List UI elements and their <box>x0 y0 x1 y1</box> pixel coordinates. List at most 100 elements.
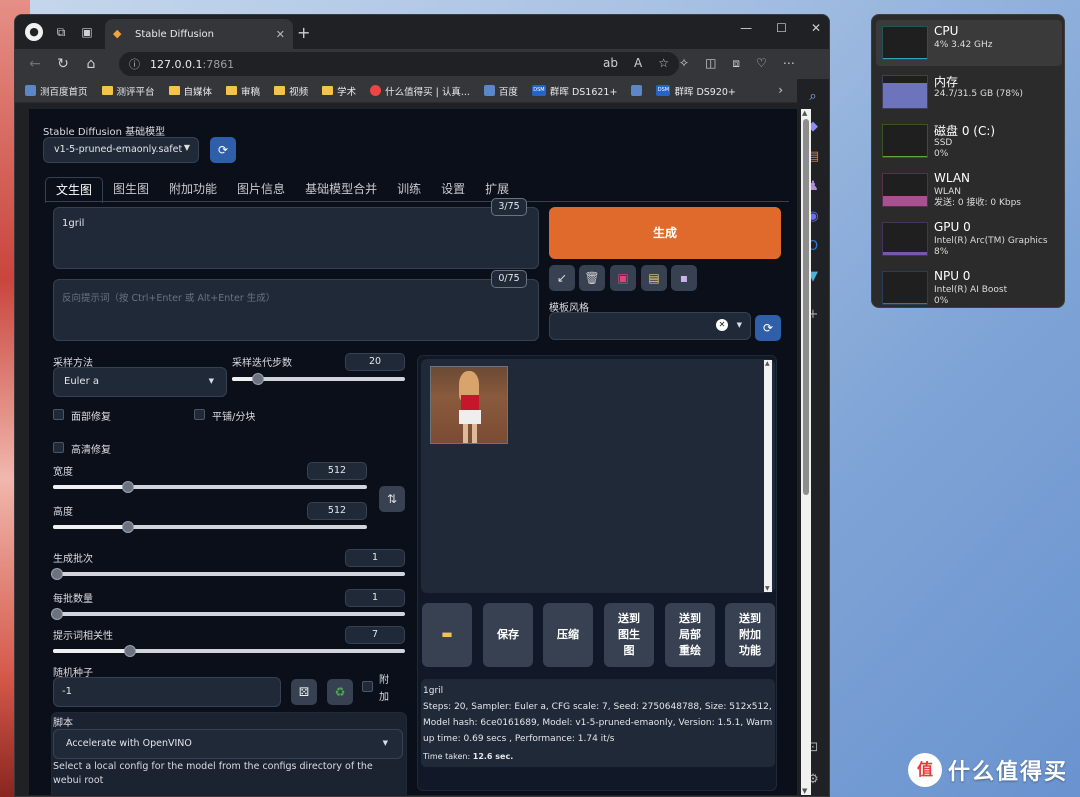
home-icon[interactable]: ⌂ <box>77 56 105 72</box>
perf-row[interactable]: 内存 24.7/31.5 GB (78%) <box>876 69 1062 115</box>
swap-dimensions-button[interactable]: ⇅ <box>379 486 405 512</box>
back-icon[interactable]: ← <box>21 56 49 72</box>
batch-count-slider[interactable] <box>51 568 405 580</box>
extra-networks-button[interactable]: ▣ <box>610 265 636 291</box>
negative-prompt-input[interactable]: 反向提示词（按 Ctrl+Enter 或 Alt+Enter 生成） <box>53 279 539 341</box>
extensions-icon[interactable]: ✧ <box>679 56 689 71</box>
open-folder-button[interactable]: ▬ <box>422 603 472 667</box>
save-button[interactable]: 保存 <box>483 603 533 667</box>
height-number[interactable]: 512 <box>307 502 367 520</box>
bookmark-item[interactable]: DSM 群晖 DS1621+ <box>531 84 617 98</box>
tab-6[interactable]: 设置 <box>431 177 475 203</box>
sampler-select[interactable]: Euler a ▼ <box>53 367 227 397</box>
height-slider-thumb[interactable] <box>122 521 134 533</box>
browser-tab[interactable]: ◆ Stable Diffusion ✕ <box>105 19 293 49</box>
collections-icon[interactable]: ⧈ <box>732 56 740 71</box>
height-slider[interactable] <box>53 521 367 533</box>
apply-style-button[interactable]: ▤ <box>641 265 667 291</box>
bookmarks-overflow-icon[interactable]: › <box>778 83 783 97</box>
perf-row[interactable]: NPU 0 Intel(R) AI Boost 0% <box>876 265 1062 307</box>
gallery-scrollbar[interactable]: ▲ ▼ <box>764 360 772 592</box>
tab-0[interactable]: 文生图 <box>45 177 104 203</box>
more-menu-icon[interactable]: ⋯ <box>783 56 795 71</box>
cfg-number[interactable]: 7 <box>345 626 405 644</box>
page-scrollbar-thumb[interactable] <box>803 119 809 495</box>
reuse-seed-button[interactable]: ♻ <box>327 679 353 705</box>
generate-button[interactable]: 生成 <box>549 207 781 259</box>
perf-row[interactable]: WLAN WLAN 发送: 0 接收: 0 Kbps <box>876 167 1062 213</box>
random-seed-button[interactable]: ⚄ <box>291 679 317 705</box>
bookmark-item[interactable]: 自媒体 <box>168 84 212 98</box>
seed-input[interactable]: -1 <box>53 677 281 707</box>
extra-seed-checkbox[interactable] <box>362 681 373 692</box>
perf-row[interactable]: CPU 4% 3.42 GHz <box>876 20 1062 66</box>
steps-slider[interactable] <box>232 373 405 385</box>
style-select[interactable]: ✕ ▼ <box>549 312 751 340</box>
bookmark-item[interactable]: 视频 <box>274 84 308 98</box>
width-slider-thumb[interactable] <box>122 481 134 493</box>
scroll-up-icon[interactable]: ▲ <box>802 109 807 117</box>
clear-prompt-button[interactable]: 🗑 <box>579 265 605 291</box>
read-aloud-icon[interactable]: ab <box>603 56 618 70</box>
bookmark-item[interactable]: 测百度首页 <box>25 84 88 98</box>
tab-4[interactable]: 基础模型合并 <box>295 177 387 203</box>
perf-row[interactable]: 磁盘 0 (C:) SSD 0% <box>876 118 1062 164</box>
zip-button[interactable]: 压缩 <box>543 603 593 667</box>
site-info-icon[interactable]: ⓘ <box>129 56 140 72</box>
tab-3[interactable]: 图片信息 <box>227 177 295 203</box>
model-select[interactable]: v1-5-pruned-emaonly.safet ▼ <box>43 137 199 163</box>
immersive-reader-icon[interactable]: A <box>634 56 642 70</box>
refresh-models-button[interactable]: ⟳ <box>210 137 236 163</box>
profile-avatar-icon[interactable]: ● <box>25 23 43 41</box>
batch-size-number[interactable]: 1 <box>345 589 405 607</box>
prompt-input[interactable]: 1gril <box>53 207 539 269</box>
split-screen-icon[interactable]: ◫ <box>705 56 716 71</box>
steps-slider-thumb[interactable] <box>252 373 264 385</box>
image-gallery[interactable]: ▲ ▼ <box>421 359 775 593</box>
page-scrollbar[interactable]: ▲ ▼ <box>801 109 811 795</box>
bookmark-item[interactable]: 学术 <box>322 84 356 98</box>
hires-fix-checkbox[interactable] <box>53 442 64 453</box>
tab-5[interactable]: 训练 <box>387 177 431 203</box>
script-select[interactable]: Accelerate with OpenVINO ▼ <box>53 729 403 759</box>
refresh-icon[interactable]: ↻ <box>49 56 77 72</box>
favorite-star-icon[interactable]: ☆ <box>658 56 669 70</box>
send-to-inpaint-button[interactable]: 送到 局部 重绘 <box>665 603 715 667</box>
send-to-extras-button[interactable]: 送到 附加 功能 <box>725 603 775 667</box>
perf-row[interactable]: GPU 0 Intel(R) Arc(TM) Graphics 8% <box>876 216 1062 262</box>
health-icon[interactable]: ♡ <box>756 56 767 71</box>
close-window-icon[interactable]: ✕ <box>811 21 821 35</box>
cfg-slider[interactable] <box>53 645 405 657</box>
width-number[interactable]: 512 <box>307 462 367 480</box>
bookmark-item[interactable]: 百度 <box>483 84 518 98</box>
send-to-img2img-button[interactable]: 送到 图生 图 <box>604 603 654 667</box>
batch-count-number[interactable]: 1 <box>345 549 405 567</box>
new-tab-icon[interactable]: + <box>297 23 310 42</box>
tab-2[interactable]: 附加功能 <box>159 177 227 203</box>
bookmark-item[interactable]: 审稿 <box>226 84 260 98</box>
batch-size-slider-thumb[interactable] <box>51 608 63 620</box>
tab-1[interactable]: 图生图 <box>103 177 159 203</box>
steps-number[interactable]: 20 <box>345 353 405 371</box>
batch-count-slider-thumb[interactable] <box>51 568 63 580</box>
bookmark-item[interactable]: DSM 群晖 DS920+ <box>656 84 736 98</box>
save-style-button[interactable]: ▪ <box>671 265 697 291</box>
tiling-checkbox[interactable] <box>194 409 205 420</box>
workspaces-icon[interactable]: ⧉ <box>53 24 69 40</box>
scroll-up-icon[interactable]: ▲ <box>765 360 770 367</box>
generated-thumbnail[interactable] <box>430 366 508 444</box>
cfg-slider-thumb[interactable] <box>124 645 136 657</box>
scroll-down-icon[interactable]: ▼ <box>802 787 807 795</box>
bookmark-item[interactable] <box>631 85 643 96</box>
bookmark-item[interactable]: 什么值得买 | 认真... <box>370 84 470 98</box>
tab-actions-icon[interactable]: ▣ <box>79 24 95 40</box>
maximize-icon[interactable]: ☐ <box>776 21 787 35</box>
read-params-button[interactable]: ↙ <box>549 265 575 291</box>
width-slider[interactable] <box>53 481 367 493</box>
refresh-styles-button[interactable]: ⟳ <box>755 315 781 341</box>
minimize-icon[interactable]: — <box>740 21 752 35</box>
tab-close-icon[interactable]: ✕ <box>276 28 285 41</box>
clear-style-icon[interactable]: ✕ <box>716 319 728 331</box>
batch-size-slider[interactable] <box>51 608 405 620</box>
face-restore-checkbox[interactable] <box>53 409 64 420</box>
